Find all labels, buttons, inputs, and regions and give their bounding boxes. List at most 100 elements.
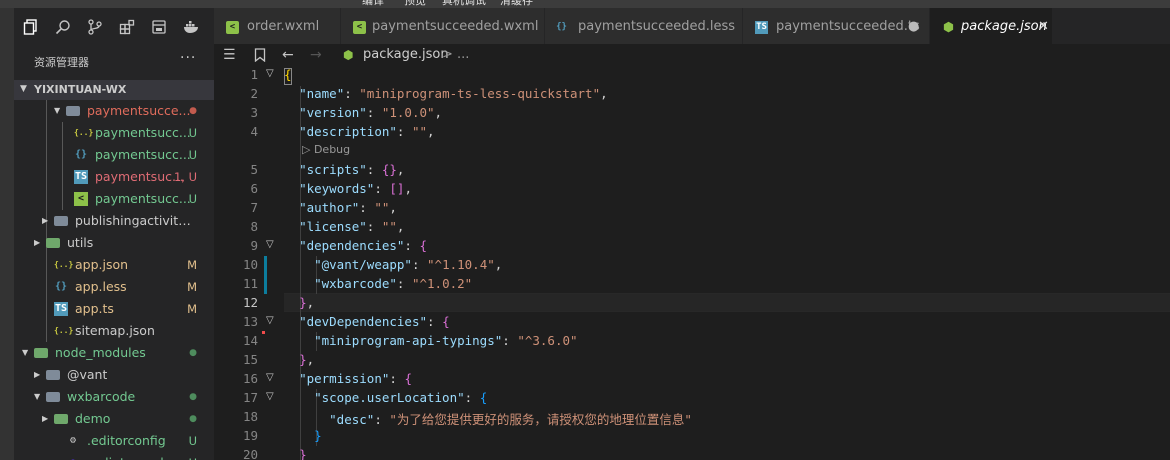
forward-arrow-icon[interactable]: → — [310, 46, 322, 64]
top-menu-bar: 编译 预览 真机调试 清缓存 — [0, 0, 1170, 8]
git-status-badge: ● — [189, 414, 197, 424]
line-number: 14 — [242, 333, 258, 348]
code-line-5: "scripts": {}, — [299, 162, 405, 177]
explorer-title: 资源管理器 — [34, 56, 89, 69]
bookmark-icon[interactable] — [254, 46, 266, 67]
chevron-right-icon[interactable]: ▶ — [42, 408, 48, 430]
tree-item[interactable]: TS app.ts M — [14, 298, 214, 320]
code-line-8: "license": "", — [299, 219, 405, 234]
line-number: 20 — [242, 447, 258, 460]
tree-item[interactable]: TS paymentsuc... 1, U — [14, 166, 214, 188]
line-number: 12 — [242, 295, 258, 310]
tree-item-label: demo — [75, 411, 111, 426]
git-status-badge: U — [189, 452, 197, 460]
code-line-12: }, — [299, 295, 315, 310]
menu-preview[interactable]: 预览 — [404, 0, 426, 8]
tree-item[interactable]: ▶ demo ● — [14, 408, 214, 430]
chevron-right-icon[interactable]: ▶ — [34, 232, 40, 254]
tree-item[interactable]: ▶ utils — [14, 232, 214, 254]
code-line-18: "desc": "为了给您提供更好的服务，请授权您的地理位置信息" — [329, 412, 692, 427]
tree-item[interactable]: ▼ paymentsucce... ● — [14, 100, 214, 122]
tree-item-label: paymentsucc... — [95, 191, 191, 206]
chevron-right-icon[interactable]: ▶ — [42, 210, 48, 232]
tree-item-label: wxbarcode — [67, 389, 136, 404]
line-number: 9 — [250, 238, 258, 253]
tree-item-label: app.json — [75, 257, 129, 272]
git-status-badge: U — [188, 148, 197, 162]
menu-clear-cache[interactable]: 清缓存 — [500, 0, 533, 8]
chevron-down-icon[interactable]: ▽ — [266, 315, 274, 326]
line-number: 13 — [242, 314, 258, 329]
git-status-badge: U — [188, 434, 197, 448]
wxml-file-icon: < — [74, 192, 88, 206]
chevron-down-icon[interactable]: ▽ — [266, 239, 274, 250]
storage-icon[interactable] — [151, 19, 167, 35]
less-file-icon: {} — [74, 149, 88, 160]
git-status-badge: U — [188, 126, 197, 140]
back-arrow-icon[interactable]: ← — [282, 46, 294, 64]
git-status-badge: M — [187, 258, 197, 272]
line-number: 4 — [250, 124, 258, 139]
chevron-right-icon[interactable]: ▶ — [34, 364, 40, 386]
menu-compile[interactable]: 编译 — [362, 0, 384, 8]
tree-item[interactable]: ⚙ .editorconfig U — [14, 430, 214, 452]
tree-item-label: paymentsuc... — [95, 169, 184, 184]
list-icon[interactable]: ☰ — [223, 46, 236, 64]
menu-device-debug[interactable]: 真机调试 — [442, 0, 486, 8]
close-icon[interactable]: ✕ — [1038, 8, 1049, 46]
breadcrumb-symbols[interactable]: > ... — [442, 47, 469, 62]
line-number: 19 — [242, 428, 258, 443]
wxml-file-icon: < — [353, 21, 366, 34]
tree-item-label: sitemap.json — [75, 323, 155, 338]
unsaved-dot-icon[interactable]: ● — [908, 8, 919, 46]
search-icon[interactable] — [55, 19, 71, 35]
tree-item[interactable]: {} app.less M — [14, 276, 214, 298]
tree-item-label: paymentsucce... — [87, 103, 191, 118]
current-line-highlight — [284, 293, 1170, 312]
tree-item[interactable]: ▼ wxbarcode ● — [14, 386, 214, 408]
tab-order-wxml[interactable]: < order.wxml — [214, 8, 341, 44]
git-status-badge: M — [187, 280, 197, 294]
chevron-down-icon[interactable]: ▽ — [266, 68, 274, 79]
source-control-icon[interactable] — [87, 19, 103, 35]
code-line-6: "keywords": [], — [299, 181, 412, 196]
line-number: 3 — [250, 105, 258, 120]
git-status-badge: M — [187, 302, 197, 316]
tree-item[interactable]: {..} sitemap.json — [14, 320, 214, 342]
tab-paymentsucceeded-less[interactable]: {} paymentsucceeded.less — [545, 8, 743, 44]
folder-icon — [46, 370, 60, 380]
project-root[interactable]: ▼ YIXINTUAN-WX — [14, 80, 214, 100]
chevron-down-icon[interactable]: ▽ — [266, 391, 274, 402]
tab-paymentsucceeded-ts[interactable]: TS paymentsucceeded.ts ● — [743, 8, 930, 44]
eslint-file-icon: ◉ — [66, 456, 80, 460]
code-line-11: "wxbarcode": "^1.0.2" — [314, 276, 473, 291]
extensions-icon[interactable] — [119, 19, 135, 35]
tree-item[interactable]: {..} paymentsucc... U — [14, 122, 214, 144]
code-line-13: "devDependencies": { — [299, 314, 450, 329]
breadcrumb-file[interactable]: package.json — [363, 47, 449, 62]
line-number: 2 — [250, 86, 258, 101]
tree-item[interactable]: ▶ publishingactivities — [14, 210, 214, 232]
chevron-down-icon[interactable]: ▼ — [34, 386, 40, 408]
tree-item[interactable]: ▶ @vant — [14, 364, 214, 386]
tree-item[interactable]: < paymentsucc... U — [14, 188, 214, 210]
tab-package-json[interactable]: ⬢ package.json ✕ — [930, 8, 1053, 44]
tree-item[interactable]: ▼ node_modules ● — [14, 342, 214, 364]
tree-item[interactable]: {..} app.json M — [14, 254, 214, 276]
tree-item-label: node_modules — [55, 345, 146, 360]
tree-item[interactable]: ◉ .eslintrc.yml U — [14, 452, 214, 460]
chevron-down-icon[interactable]: ▽ — [266, 372, 274, 383]
error-marker — [262, 331, 265, 334]
chevron-down-icon[interactable]: ▼ — [54, 100, 60, 122]
docker-icon[interactable] — [183, 19, 199, 35]
more-actions-icon[interactable]: ··· — [180, 50, 196, 66]
breadcrumb: ☰ ← → ⬢ package.json > ... — [214, 44, 1170, 66]
files-icon[interactable] — [23, 19, 39, 35]
code-line-14: "miniprogram-api-typings": "^3.6.0" — [314, 333, 578, 348]
tree-item-label: utils — [67, 235, 94, 250]
tab-paymentsucceeded-wxml[interactable]: < paymentsucceeded.wxml — [341, 8, 545, 44]
chevron-down-icon[interactable]: ▼ — [22, 342, 28, 364]
debug-codelens[interactable]: ▷ Debug — [302, 143, 350, 156]
code-editor[interactable]: 1 2 3 4 5 6 7 8 9 10 11 12 13 14 15 16 17 18 19 20 ▽ ▽ ▽ ▽ … — [214, 66, 1170, 460]
tree-item[interactable]: {} paymentsucc... U — [14, 144, 214, 166]
